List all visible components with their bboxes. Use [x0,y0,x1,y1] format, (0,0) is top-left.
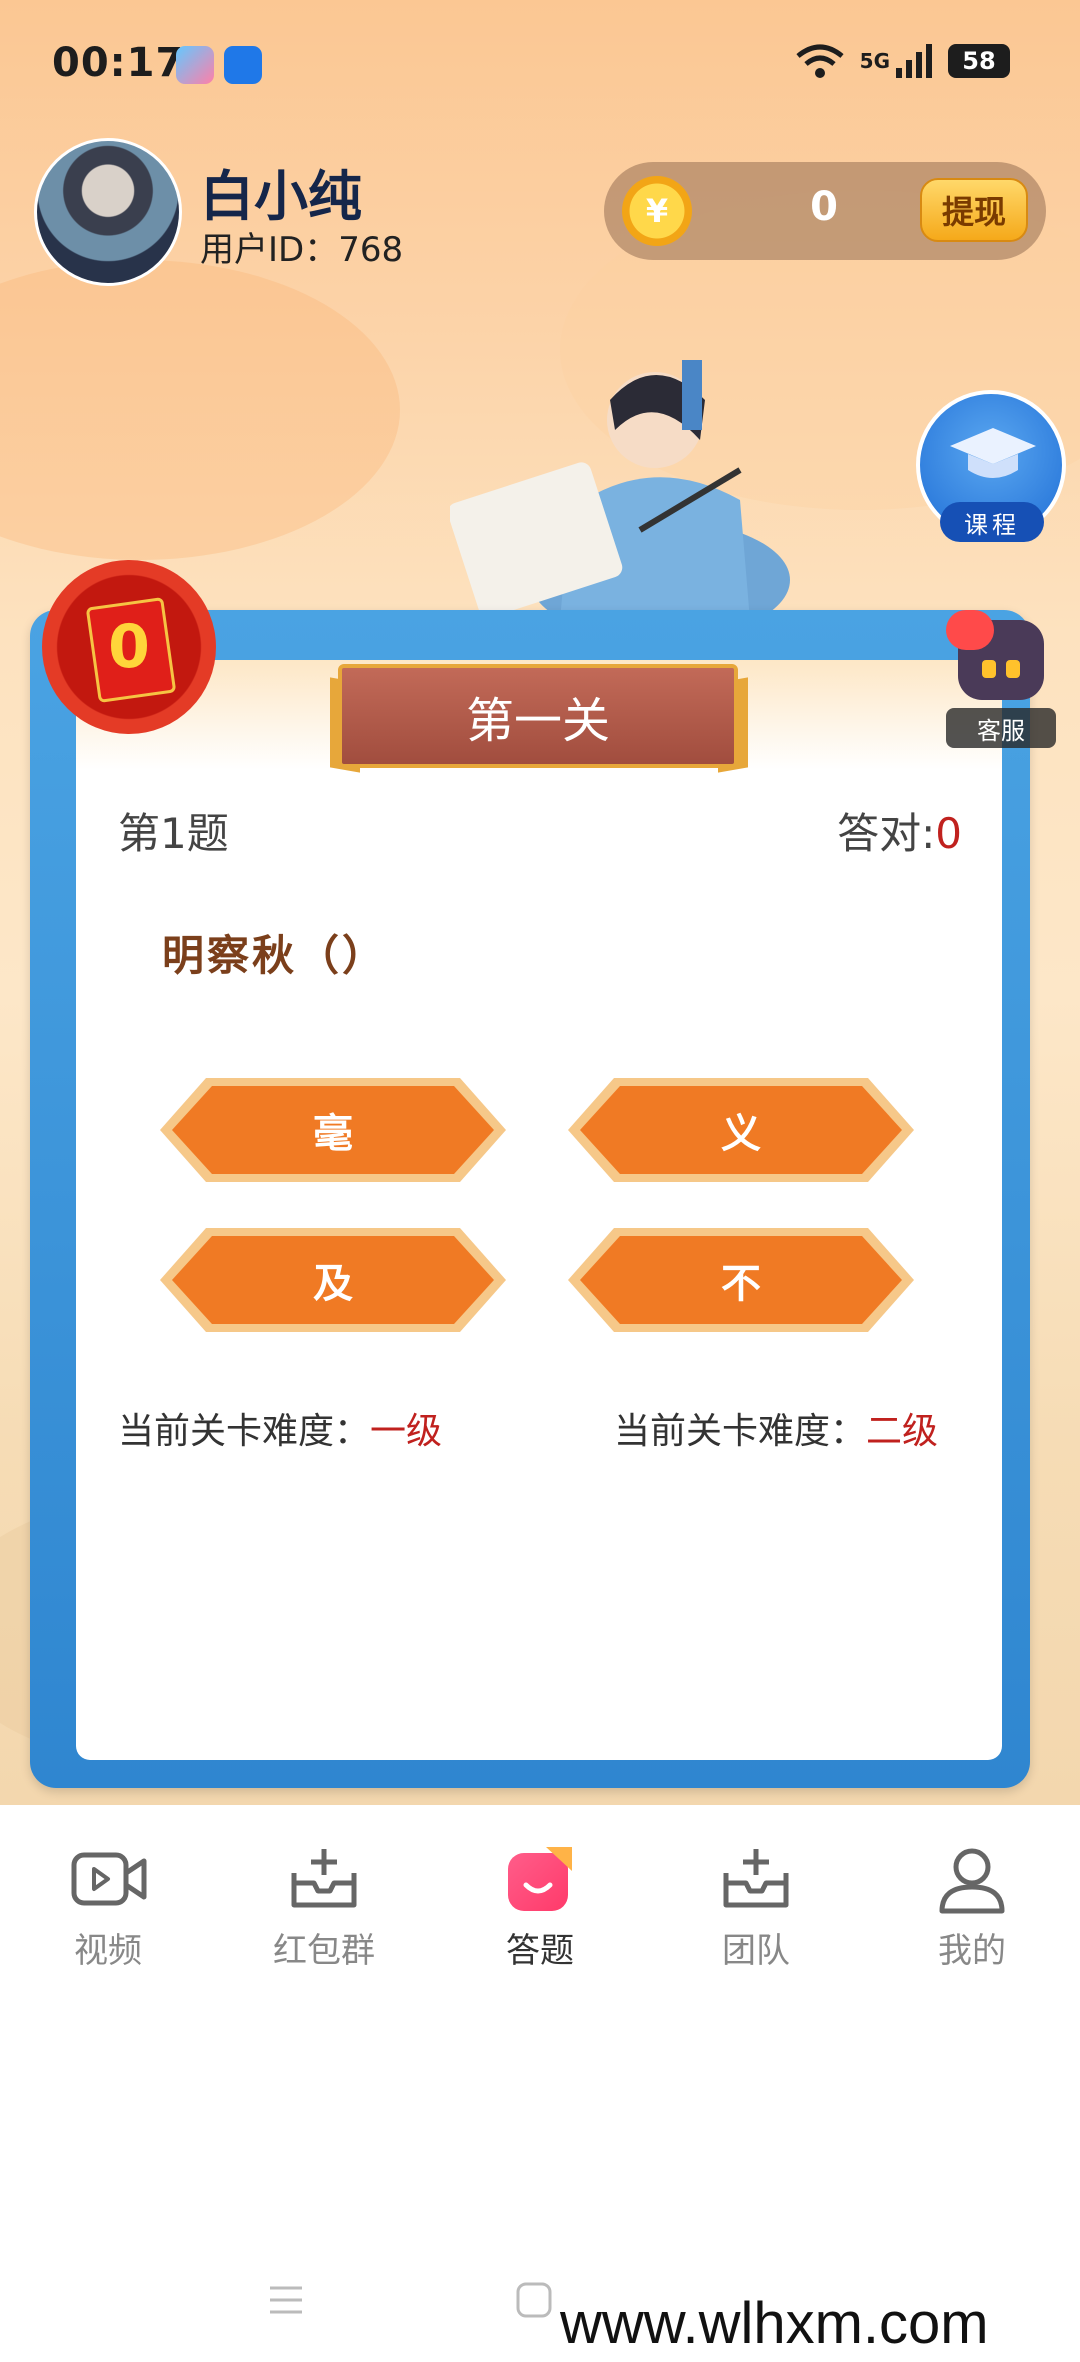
difficulty-label: 当前关卡难度： [614,1411,867,1452]
difficulty-right: 当前关卡难度：二级 [614,1402,938,1454]
inbox-add-icon [291,1849,357,1908]
difficulty-label: 当前关卡难度： [118,1411,371,1452]
option-label: 不 [721,1261,761,1307]
red-packet-button[interactable]: 0 [42,560,216,734]
withdraw-button[interactable]: 提现 [920,178,1028,242]
question-text: 明察秋（） [162,931,388,980]
tab-quiz[interactable]: 答题 [470,1843,610,1972]
status-icons: 5G 58 [794,42,1010,80]
tab-label: 团队 [722,1931,790,1971]
difficulty-value: 二级 [866,1411,939,1452]
tab-label: 视频 [74,1931,142,1971]
user-id: 用户ID：768 [200,230,404,270]
status-time: 00:17 [52,40,185,86]
answer-option[interactable]: 及 [160,1224,506,1336]
answer-option[interactable]: 毫 [160,1074,506,1186]
robot-eye [1006,660,1020,678]
answer-option[interactable]: 义 [568,1074,914,1186]
bottom-tab-bar: 视频 红包群 答题 团队 我的 [0,1805,1080,1995]
user-icon [939,1848,1005,1914]
tab-mine[interactable]: 我的 [902,1843,1042,1972]
home-nav-icon[interactable] [514,2280,554,2320]
scholar-illustration [450,360,790,620]
course-label: 课程 [940,502,1044,542]
difficulty-left: 当前关卡难度：一级 [118,1402,442,1454]
tab-team[interactable]: 团队 [686,1843,826,1972]
chat-bubble-icon [946,610,994,650]
customer-service-button[interactable]: 客服 [946,610,1056,748]
coin-balance: ¥ 0 提现 [604,162,1046,260]
tab-video[interactable]: 视频 [38,1843,178,1972]
tab-red-packet-group[interactable]: 红包群 [254,1843,394,1972]
graduation-cap-icon [950,428,1036,478]
question-number: 第1题 [118,809,229,858]
tab-label: 答题 [506,1931,574,1971]
coin-icon: ¥ [622,176,692,246]
customer-service-label: 客服 [946,708,1056,748]
user-name: 白小纯 [200,165,362,228]
inbox-add-icon [723,1849,789,1908]
signal-icon [896,44,932,78]
correct-label: 答对: [837,809,936,858]
battery-indicator: 58 [948,44,1010,78]
option-label: 及 [313,1261,353,1307]
quiz-icon [508,1847,572,1911]
course-button[interactable]: 课程 [916,390,1066,542]
tab-label: 我的 [938,1931,1006,1971]
correct-counter: 答对:0 [837,800,962,861]
option-label: 毫 [313,1111,353,1157]
app-notification-icon [176,46,214,84]
option-label: 义 [721,1111,761,1157]
difficulty-value: 一级 [370,1411,443,1452]
robot-eye [982,660,996,678]
level-title: 第一关 [465,693,610,749]
video-icon [71,1852,147,1906]
watermark-text: www.wlhxm.com [560,2291,989,2356]
correct-count: 0 [935,809,962,858]
wifi-icon [796,44,844,78]
pinwheel-notification-icon [224,46,262,84]
network-type: 5G [859,49,890,73]
bg-swirl [0,260,400,560]
menu-nav-icon[interactable] [266,2280,306,2320]
tab-label: 红包群 [273,1931,375,1971]
red-packet-count: 0 [108,612,150,682]
answer-option[interactable]: 不 [568,1224,914,1336]
coin-value: 0 [810,184,838,230]
avatar[interactable] [34,138,182,286]
